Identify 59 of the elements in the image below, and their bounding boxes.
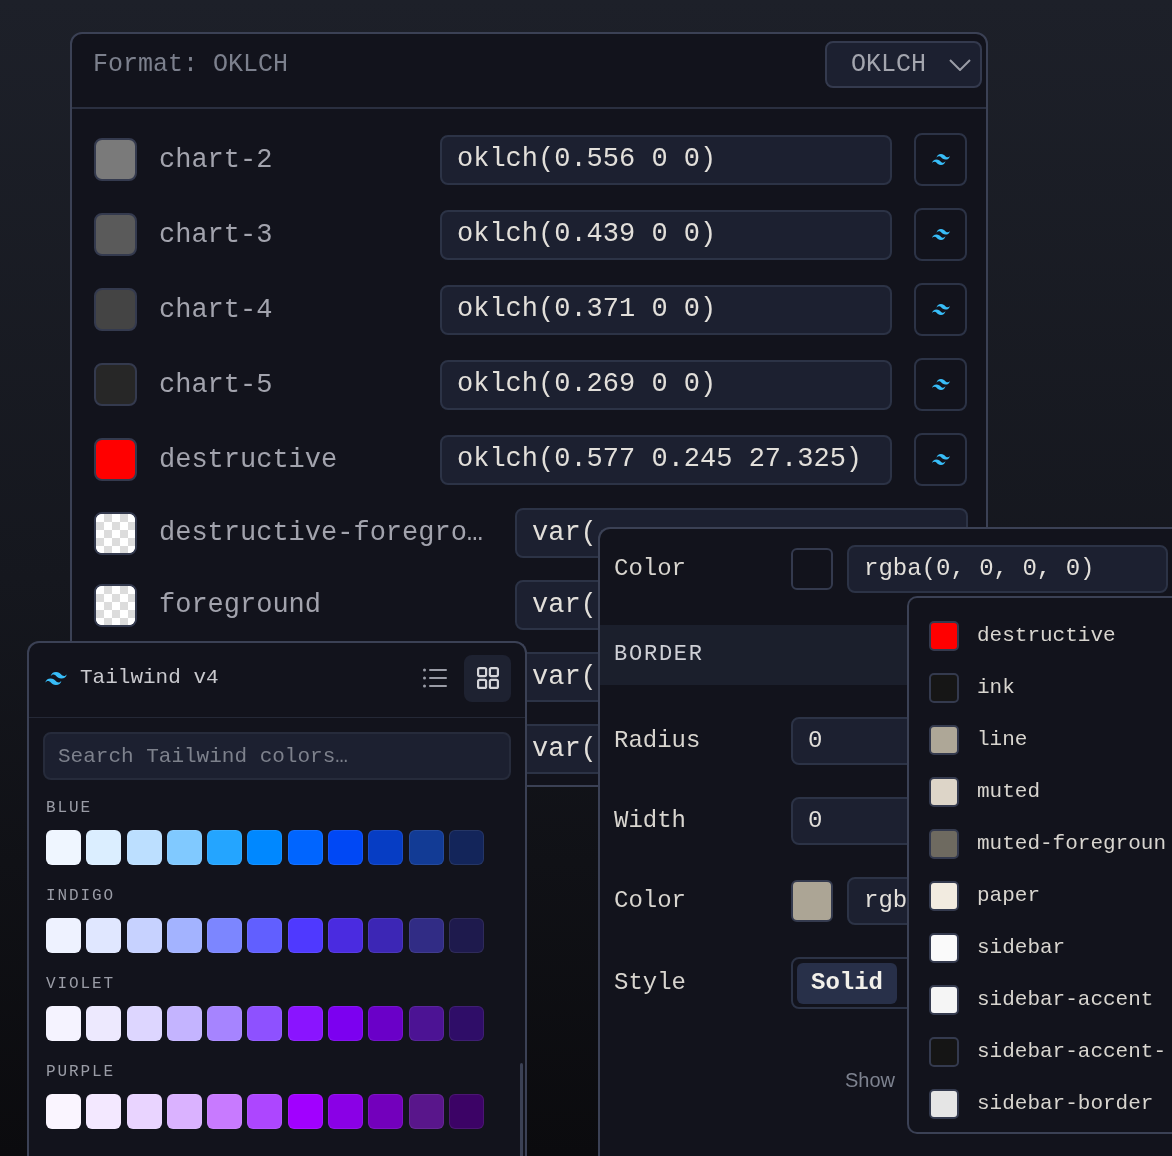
wave-button[interactable] [914,133,967,186]
chevron-down-icon [949,58,971,71]
property-label: Width [614,807,686,834]
color-option[interactable]: sidebar-accent [909,974,1172,1026]
grid-view-button[interactable] [464,654,511,702]
section-title: BORDER [614,641,704,669]
wave-button[interactable] [914,433,967,486]
color-value-field[interactable]: rgba(0, 0, 0, 0) [847,545,1168,593]
panel-title: Format: OKLCH [93,49,289,80]
format-select[interactable]: OKLCH [825,41,982,88]
wave-icon [931,154,950,165]
color-name: chart-3 [159,219,273,250]
color-group-label: INDIGO [46,886,116,906]
wave-icon [931,229,950,240]
checkered-swatch-icon [94,583,137,627]
scrollbar-thumb[interactable] [520,1063,523,1156]
color-name: chart-2 [159,144,273,175]
color-name: destructive-foregro… [159,518,484,548]
color-option[interactable]: sidebar-border [909,1078,1172,1130]
color-name: chart-5 [159,369,273,400]
value-field[interactable]: oklch(0.269 0 0) [440,359,892,410]
color-option[interactable]: destructive [909,610,1172,662]
wave-button[interactable] [914,358,967,411]
wave-icon [931,379,950,390]
property-label: Style [614,969,686,996]
checkered-swatch-icon [94,511,137,555]
color-option[interactable]: line [909,714,1172,766]
list-icon [422,668,447,688]
color-option[interactable]: sidebar-accent- [909,1026,1172,1078]
color-option[interactable]: ink [909,662,1172,714]
panel-title: Tailwind v4 [80,665,219,691]
value-field[interactable]: oklch(0.371 0 0) [440,284,892,335]
wave-icon [931,304,950,315]
property-label: Radius [614,727,701,754]
color-group-label: BLUE [46,798,93,818]
show-link[interactable]: Show [845,1069,896,1091]
value-field[interactable]: oklch(0.556 0 0) [440,134,892,185]
color-swatch-icon[interactable] [791,880,833,922]
color-option[interactable]: muted-foregroun [909,818,1172,870]
color-name: destructive [159,444,338,475]
wave-button[interactable] [914,208,967,261]
property-label: Color [614,555,686,582]
grid-icon [476,667,499,689]
search-field[interactable]: Search Tailwind colors… [43,732,511,780]
value-field[interactable]: oklch(0.577 0.245 27.325) [440,434,892,485]
property-label: Color [614,887,686,914]
color-option[interactable]: sidebar [909,922,1172,974]
wave-button[interactable] [914,283,967,336]
value-field[interactable]: oklch(0.439 0 0) [440,209,892,260]
color-name: foreground [159,590,322,620]
color-option[interactable]: muted [909,766,1172,818]
color-option[interactable]: paper [909,870,1172,922]
color-group-label: PURPLE [46,1062,116,1082]
wave-icon [931,454,950,465]
wave-icon [45,671,67,685]
color-name: chart-4 [159,294,273,325]
style-option[interactable]: Solid [797,962,897,1004]
color-group-label: VIOLET [46,974,116,994]
empty-swatch-icon[interactable] [791,548,833,590]
